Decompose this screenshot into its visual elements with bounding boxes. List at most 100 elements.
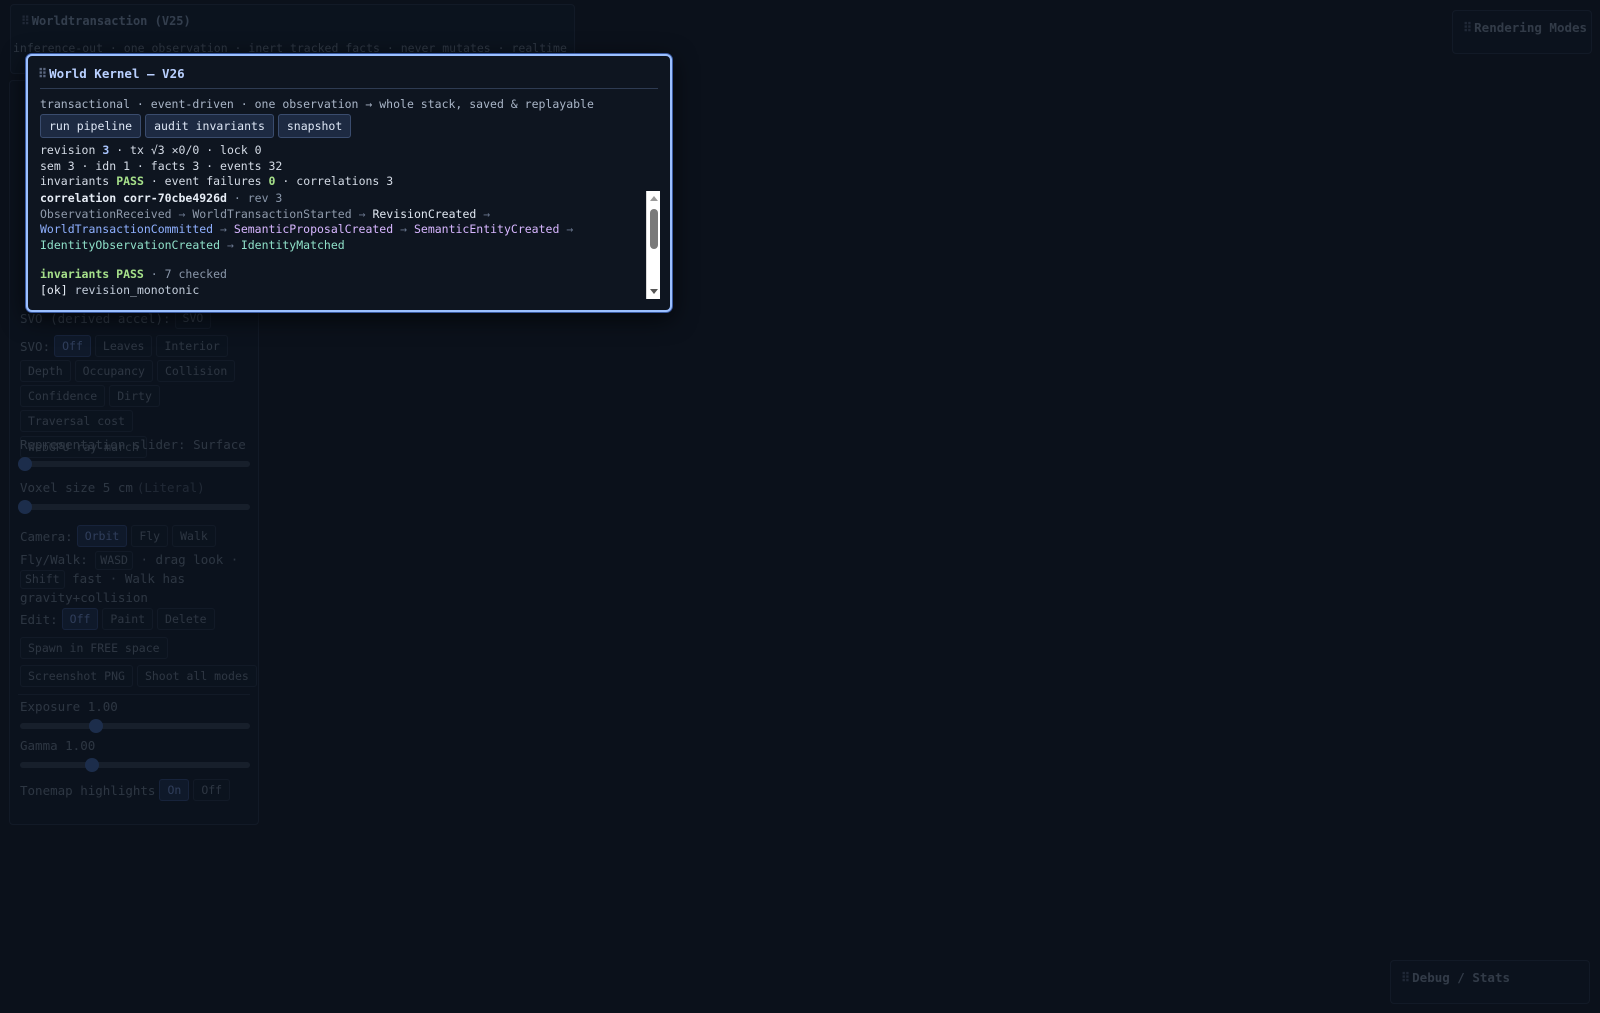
slider-knob[interactable] (18, 500, 32, 514)
event-failures-label: · event failures (150, 174, 262, 188)
debug-stats-title: Debug / Stats (1412, 970, 1510, 985)
svo-label: SVO: (20, 338, 51, 354)
drag-grip-icon[interactable]: ⠿ (1463, 20, 1472, 35)
invariant-stats: invariants PASS · event failures 0 · cor… (40, 174, 393, 188)
event-chain: ObservationReceived → WorldTransactionSt… (40, 207, 642, 254)
world-kernel-panel: ⠿ World Kernel — V26 transactional · eve… (26, 54, 672, 312)
voxel-size-label: Voxel size 5 cm (20, 480, 133, 495)
spawn-button[interactable]: Spawn in FREE space (20, 637, 168, 659)
flywalk-help: Fly/Walk: WASD · drag look · Shift fast … (20, 551, 245, 606)
shoot-all-button[interactable]: Shoot all modes (136, 665, 257, 687)
edit-paint-button[interactable]: Paint (102, 608, 154, 630)
panel-subtitle: transactional · event-driven · one obser… (40, 97, 594, 111)
edit-delete-button[interactable]: Delete (157, 608, 215, 630)
screenshot-button[interactable]: Screenshot PNG (20, 665, 133, 687)
arrow-icon: → (483, 206, 491, 221)
event-log-content: correlation corr-70cbe4926d · rev 3 Obse… (40, 191, 642, 298)
revision-value: 3 (102, 143, 110, 157)
action-buttons: run pipeline audit invariants snapshot (40, 114, 352, 138)
audit-invariants-button[interactable]: audit invariants (145, 114, 274, 138)
log-scrollbar[interactable] (646, 191, 660, 299)
event-transaction-started: WorldTransactionStarted (192, 206, 352, 221)
scroll-down-icon[interactable] (650, 289, 658, 294)
camera-fly-button[interactable]: Fly (131, 525, 169, 547)
flywalk-prefix: Fly/Walk: (20, 552, 88, 567)
voxel-size-row: Voxel size 5 cm (Literal) (20, 480, 205, 495)
svo-mode-row-3: Confidence Dirty (20, 385, 160, 407)
event-identity-observation-created: IdentityObservationCreated (40, 237, 221, 252)
exposure-slider[interactable] (20, 719, 250, 733)
panel-title: ⠿ World Kernel — V26 (38, 66, 185, 81)
svo-mode-interior[interactable]: Interior (156, 335, 228, 357)
drag-grip-icon[interactable]: ⠿ (21, 14, 30, 28)
svo-mode-traversal-cost[interactable]: Traversal cost (20, 410, 133, 432)
edit-label: Edit: (20, 611, 58, 627)
svo-mode-row-2: Depth Occupancy Collision (20, 360, 236, 382)
correlation-header: correlation corr-70cbe4926d · rev 3 (40, 191, 642, 207)
scroll-up-icon[interactable] (650, 196, 658, 201)
svo-mode-dirty[interactable]: Dirty (109, 385, 160, 407)
stacked-panel-title: ⠿ Worldtransaction (V25) (21, 14, 191, 28)
svo-mode-row: SVO: Off Leaves Interior (20, 335, 228, 357)
svo-mode-off[interactable]: Off (54, 335, 91, 357)
svo-mode-collision[interactable]: Collision (156, 360, 236, 382)
run-pipeline-button[interactable]: run pipeline (40, 114, 142, 138)
stacked-panel-subtitle: inference-out · one observation · inert … (13, 41, 573, 55)
event-semantic-proposal-created: SemanticProposalCreated (233, 222, 394, 236)
divider (40, 88, 658, 89)
event-transaction-committed: WorldTransactionCommitted (40, 222, 214, 236)
camera-label: Camera: (20, 528, 73, 544)
invariant-summary: invariants PASS · 7 checked (40, 267, 642, 283)
revision-label: revision (40, 143, 96, 157)
svo-mode-occupancy[interactable]: Occupancy (74, 360, 153, 382)
event-observation-received: ObservationReceived (40, 206, 172, 221)
invariant-name: revision_monotonic (74, 282, 200, 297)
slider-knob[interactable] (18, 457, 32, 471)
screenshot-row: Screenshot PNG Shoot all modes (20, 665, 257, 687)
snapshot-button[interactable]: snapshot (277, 114, 352, 138)
slider-knob[interactable] (85, 758, 99, 772)
camera-walk-button[interactable]: Walk (172, 525, 216, 547)
svo-mode-confidence[interactable]: Confidence (20, 385, 106, 407)
tonemap-on-button[interactable]: On (159, 779, 190, 801)
representation-slider[interactable] (18, 457, 250, 471)
arrow-icon: → (220, 222, 227, 236)
debug-stats-panel[interactable]: ⠿ Debug / Stats (1390, 960, 1590, 1004)
rendering-modes-title: Rendering Modes (1474, 20, 1588, 35)
edit-off-button[interactable]: Off (61, 608, 99, 630)
arrow-icon: → (358, 206, 366, 221)
spawn-row: Spawn in FREE space (20, 637, 168, 659)
invariant-count: · 7 checked (150, 267, 227, 281)
voxel-size-slider[interactable] (18, 500, 250, 514)
svo-derived-label: SVO (derived accel): (20, 310, 171, 326)
key-wasd: WASD (95, 551, 133, 570)
revision-stats: revision 3 · tx √3 ✕0/0 · lock 0 (40, 143, 262, 157)
tonemap-off-button[interactable]: Off (193, 779, 231, 801)
event-semantic-entity-created: SemanticEntityCreated (413, 222, 560, 236)
invariants-label: invariants (40, 174, 110, 188)
event-log[interactable]: correlation corr-70cbe4926d · rev 3 Obse… (40, 191, 660, 299)
key-shift: Shift (20, 570, 65, 589)
camera-row: Camera: Orbit Fly Walk (20, 525, 216, 547)
gamma-label: Gamma 1.00 (20, 738, 96, 753)
event-identity-matched: IdentityMatched (240, 237, 345, 252)
event-revision-created: RevisionCreated (372, 206, 477, 221)
tonemap-row: Tonemap highlights On Off (20, 779, 231, 801)
slider-knob[interactable] (89, 719, 103, 733)
correlation-id: correlation corr-70cbe4926d (40, 191, 227, 205)
panel-title-text: World Kernel — V26 (49, 66, 185, 81)
scrollbar-thumb[interactable] (650, 209, 658, 249)
flywalk-mid: · drag look · (140, 552, 239, 567)
camera-orbit-button[interactable]: Orbit (76, 525, 128, 547)
representation-label: Representation slider: Surface (20, 437, 246, 452)
arrow-icon: → (400, 222, 408, 236)
gamma-slider[interactable] (20, 758, 250, 772)
tonemap-label: Tonemap highlights (20, 782, 156, 798)
arrow-icon: → (226, 237, 234, 252)
svo-mode-leaves[interactable]: Leaves (94, 335, 153, 357)
rendering-modes-panel[interactable]: ⠿ Rendering Modes (1452, 10, 1592, 54)
svo-mode-depth[interactable]: Depth (20, 360, 71, 382)
drag-grip-icon[interactable]: ⠿ (38, 66, 47, 81)
count-stats: sem 3 · idn 1 · facts 3 · events 32 (40, 159, 283, 173)
drag-grip-icon[interactable]: ⠿ (1401, 970, 1410, 985)
